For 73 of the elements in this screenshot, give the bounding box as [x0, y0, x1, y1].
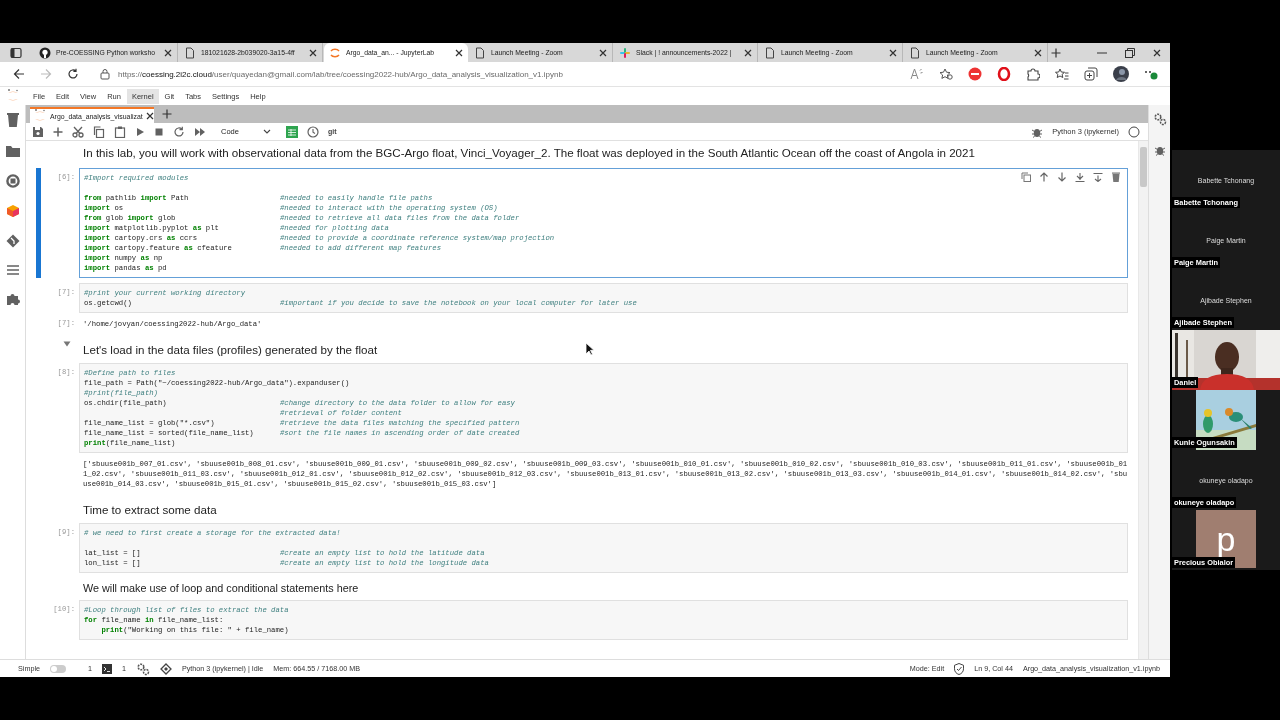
address-field[interactable]: https://coessing.2i2c.cloud/user/quayedan@gmail.com/lab/tree/coessing2022-hub/Argo_data_analysis_visualization_v1.ipynb	[118, 69, 563, 79]
diamond-icon[interactable]	[160, 662, 172, 675]
save-icon[interactable]	[32, 125, 44, 138]
spinner-icon	[329, 46, 341, 59]
code-editor[interactable]	[79, 168, 1128, 278]
stop-square-icon[interactable]	[154, 126, 164, 137]
delete-icon[interactable]	[1111, 172, 1121, 182]
duplicate-icon[interactable]	[1021, 172, 1031, 182]
close-icon[interactable]	[309, 48, 317, 57]
tabs-icon[interactable]	[10, 46, 22, 59]
cursor-icon	[585, 342, 595, 356]
gear-icon[interactable]	[136, 661, 150, 676]
file-icon	[184, 46, 196, 59]
extension-icon[interactable]	[5, 292, 20, 306]
paragraph-text: We will make use of loop and conditional statements here	[82, 581, 359, 594]
close-icon[interactable]	[1153, 48, 1161, 57]
shield-icon[interactable]	[954, 662, 965, 675]
plus-icon[interactable]	[1051, 47, 1061, 58]
simple-mode-toggle[interactable]	[50, 664, 66, 673]
table-icon[interactable]	[285, 125, 298, 138]
scrollbar-thumb[interactable]	[1140, 147, 1147, 187]
folder-icon[interactable]	[4, 144, 21, 158]
close-icon[interactable]	[599, 48, 607, 57]
read-aloud-icon[interactable]	[910, 68, 924, 80]
plus-icon[interactable]	[162, 109, 172, 119]
stop-icon[interactable]	[5, 174, 20, 188]
avatar-icon[interactable]	[1113, 66, 1129, 82]
puzzle-icon[interactable]	[1026, 67, 1040, 81]
add-icon[interactable]	[53, 126, 63, 137]
gear-icon[interactable]	[1152, 112, 1167, 126]
close-icon[interactable]	[164, 48, 172, 57]
trash-icon[interactable]	[5, 112, 20, 128]
git-icon[interactable]	[5, 234, 20, 248]
stop-sign-icon[interactable]	[968, 67, 982, 81]
intro-text: In this lab, you will work with observational data from the BGC-Argo float, Vinci_Voyager_2. The float was deployed in the South Atlantic Ocean off the coast of Angola in 2021	[82, 145, 975, 159]
cut-icon[interactable]	[72, 125, 84, 138]
slack-icon	[619, 46, 631, 59]
up-arrow-icon[interactable]	[1039, 172, 1049, 182]
down-arrow-icon[interactable]	[1057, 172, 1067, 182]
file-icon	[764, 46, 776, 59]
insert-above-icon[interactable]	[1075, 172, 1085, 182]
list-icon[interactable]	[5, 264, 20, 276]
close-icon[interactable]	[455, 48, 463, 57]
cube-icon[interactable]	[5, 204, 20, 218]
file-icon	[909, 46, 921, 59]
section-heading: Time to extract some data	[82, 502, 217, 516]
favorites-icon[interactable]	[1055, 68, 1069, 80]
clock-icon[interactable]	[306, 125, 319, 138]
close-icon[interactable]	[744, 48, 752, 57]
fast-forward-icon[interactable]	[194, 126, 206, 137]
back-icon[interactable]	[13, 68, 25, 80]
section-heading: Let's load in the data files (profiles) generated by the float	[82, 342, 378, 356]
close-icon[interactable]	[889, 48, 897, 57]
close-icon[interactable]	[145, 112, 154, 120]
collections-icon[interactable]	[1084, 67, 1098, 81]
restore-icon[interactable]	[1125, 47, 1135, 58]
github-icon	[39, 46, 51, 59]
run-icon[interactable]	[135, 126, 145, 137]
terminal-icon[interactable]	[102, 663, 112, 674]
caret-icon	[262, 128, 271, 135]
restart-icon[interactable]	[173, 125, 185, 138]
lock-icon[interactable]	[100, 68, 110, 80]
bug-icon[interactable]	[1153, 144, 1166, 156]
copy-icon[interactable]	[93, 125, 105, 138]
file-icon	[474, 46, 486, 59]
ring-icon[interactable]	[997, 67, 1011, 81]
insert-below-icon[interactable]	[1093, 172, 1103, 182]
collapse-caret-icon[interactable]	[63, 341, 71, 347]
reload-icon[interactable]	[67, 68, 79, 80]
close-icon[interactable]	[1034, 48, 1042, 57]
forward-icon	[40, 68, 52, 80]
paste-icon[interactable]	[114, 125, 126, 138]
favorite-add-icon[interactable]	[939, 68, 953, 80]
